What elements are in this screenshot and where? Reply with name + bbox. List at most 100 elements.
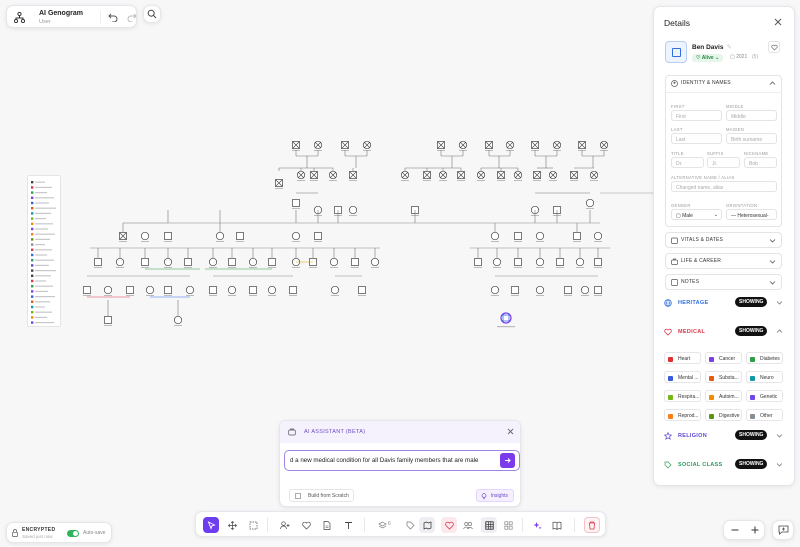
- medical-condition-chip[interactable]: Diabetes: [746, 352, 783, 364]
- first-name-field[interactable]: First: [671, 110, 722, 121]
- node-label-placeholder[interactable]: [268, 267, 276, 268]
- gender-select[interactable]: ▢ Male ⌄: [671, 209, 722, 220]
- node-label-placeholder[interactable]: [228, 267, 236, 268]
- title-field[interactable]: Dr.: [671, 157, 704, 168]
- male-node[interactable]: [249, 286, 257, 294]
- male-node[interactable]: [556, 258, 564, 266]
- male-node[interactable]: [594, 286, 602, 294]
- chevron-down-icon[interactable]: [769, 258, 776, 265]
- undo-icon[interactable]: [108, 12, 118, 22]
- female-node[interactable]: [593, 231, 603, 241]
- node-label-placeholder[interactable]: [514, 267, 522, 268]
- node-label-placeholder[interactable]: [116, 267, 124, 268]
- male-node[interactable]: [164, 286, 172, 294]
- node-label-placeholder[interactable]: [576, 267, 584, 268]
- male-node[interactable]: [358, 286, 366, 294]
- node-label-placeholder[interactable]: [309, 267, 317, 268]
- medical-condition-chip[interactable]: Cancer: [705, 352, 742, 364]
- node-label-placeholder[interactable]: [292, 208, 300, 209]
- node-label-placeholder[interactable]: [297, 180, 305, 181]
- female-node[interactable]: [103, 285, 113, 295]
- text-tool-button[interactable]: [340, 517, 356, 533]
- male-node[interactable]: [268, 258, 276, 266]
- node-label-placeholder[interactable]: [349, 180, 357, 181]
- social-class-showing-badge[interactable]: SHOWING: [735, 459, 768, 469]
- move-tool-button[interactable]: [224, 517, 240, 533]
- male-node[interactable]: [594, 258, 602, 266]
- node-label-placeholder[interactable]: [594, 295, 602, 296]
- female-node[interactable]: [248, 257, 258, 267]
- node-label-placeholder[interactable]: [330, 267, 338, 268]
- medical-condition-chip[interactable]: Substa...: [705, 371, 742, 383]
- node-label-placeholder[interactable]: [314, 241, 322, 242]
- node-label-placeholder[interactable]: [536, 241, 544, 242]
- male-node[interactable]: [164, 232, 172, 240]
- female-node[interactable]: [370, 257, 380, 267]
- medical-condition-chip[interactable]: Autoim...: [705, 390, 742, 402]
- male-node[interactable]: [94, 258, 102, 266]
- status-badge[interactable]: ♡ Alive ⌄: [692, 54, 724, 62]
- social-class-row[interactable]: SOCIAL CLASS SHOWING: [663, 458, 787, 472]
- female-node[interactable]: [535, 285, 545, 295]
- node-label-placeholder[interactable]: [289, 295, 297, 296]
- male-node[interactable]: [228, 258, 236, 266]
- medical-condition-chip[interactable]: Heart: [664, 352, 701, 364]
- female-node[interactable]: [490, 285, 500, 295]
- node-label-placeholder[interactable]: [141, 267, 149, 268]
- node-label-placeholder[interactable]: [184, 267, 192, 268]
- node-label-placeholder[interactable]: [146, 295, 154, 296]
- female-node[interactable]: [575, 257, 585, 267]
- marquee-tool-button[interactable]: [245, 517, 261, 533]
- female-node[interactable]: [267, 285, 277, 295]
- medical-condition-chip[interactable]: Reprod...: [664, 409, 701, 421]
- node-label-placeholder[interactable]: [119, 241, 127, 242]
- female-node[interactable]: [535, 231, 545, 241]
- chevron-up-icon[interactable]: [776, 328, 783, 335]
- birth-year[interactable]: ▢ 2021: [730, 54, 747, 60]
- chevron-down-icon[interactable]: [776, 299, 783, 306]
- female-node[interactable]: [215, 231, 225, 241]
- node-label-placeholder[interactable]: [94, 267, 102, 268]
- people-button[interactable]: [460, 517, 476, 533]
- female-node[interactable]: [329, 257, 339, 267]
- female-node[interactable]: [585, 198, 595, 208]
- node-label-placeholder[interactable]: [310, 180, 318, 181]
- last-name-field[interactable]: Last: [671, 133, 722, 144]
- female-node[interactable]: [208, 257, 218, 267]
- node-label-placeholder[interactable]: [83, 295, 91, 296]
- medical-row[interactable]: MEDICAL SHOWING: [663, 325, 787, 339]
- medical-condition-chip[interactable]: Genetic: [746, 390, 783, 402]
- medical-condition-chip[interactable]: Digestive: [705, 409, 742, 421]
- life-career-section[interactable]: LIFE & CAREER: [665, 253, 782, 269]
- node-label-placeholder[interactable]: [126, 295, 134, 296]
- female-node[interactable]: [140, 231, 150, 241]
- node-label-placeholder[interactable]: [493, 267, 501, 268]
- node-label-placeholder[interactable]: [268, 295, 276, 296]
- zoom-in-icon[interactable]: [750, 525, 760, 535]
- male-node[interactable]: [236, 232, 244, 240]
- node-label-placeholder[interactable]: [594, 267, 602, 268]
- tag-button[interactable]: [402, 517, 418, 533]
- male-node[interactable]: [141, 258, 149, 266]
- male-node[interactable]: [514, 232, 522, 240]
- node-label-placeholder[interactable]: [549, 180, 557, 181]
- male-node[interactable]: [83, 286, 91, 294]
- medical-condition-chip[interactable]: Neuro: [746, 371, 783, 383]
- node-label-placeholder[interactable]: [556, 267, 564, 268]
- female-node[interactable]: [490, 231, 500, 241]
- node-label-placeholder[interactable]: [275, 188, 283, 189]
- node-label-placeholder[interactable]: [514, 180, 522, 181]
- female-node[interactable]: [115, 257, 125, 267]
- male-symbol-icon[interactable]: [665, 41, 687, 63]
- node-label-placeholder[interactable]: [581, 295, 589, 296]
- male-node[interactable]: [289, 286, 297, 294]
- node-label-placeholder[interactable]: [586, 208, 594, 209]
- node-label-placeholder[interactable]: [358, 295, 366, 296]
- chevron-down-icon[interactable]: [776, 461, 783, 468]
- medical-condition-chip[interactable]: Mental ...: [664, 371, 701, 383]
- send-button[interactable]: [500, 453, 515, 468]
- table-view-button[interactable]: [481, 517, 497, 533]
- zoom-out-icon[interactable]: [730, 525, 740, 535]
- chevron-down-icon[interactable]: [769, 279, 776, 286]
- node-label-placeholder[interactable]: [536, 295, 544, 296]
